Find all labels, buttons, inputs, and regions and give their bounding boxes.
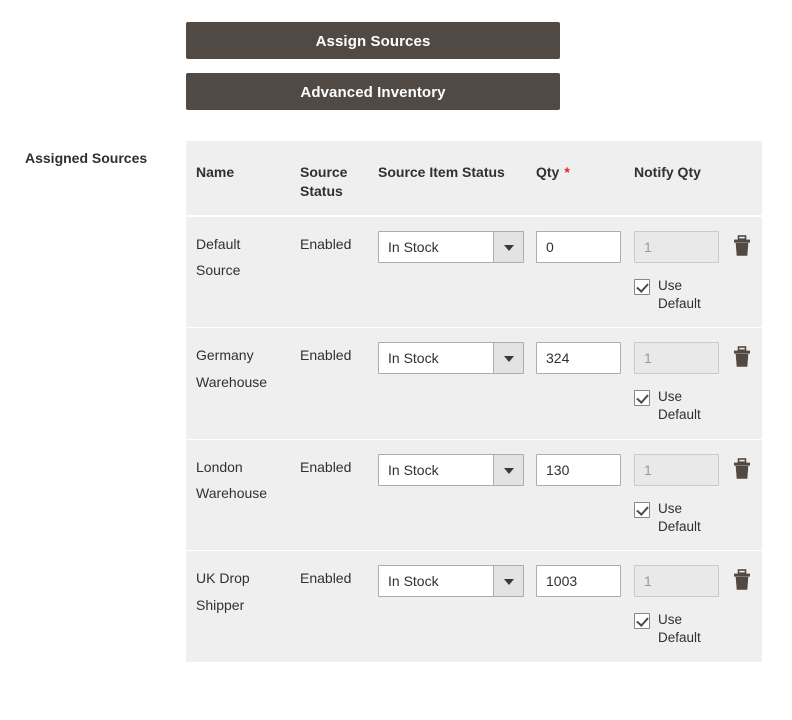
- source-status-line-2: Status: [300, 182, 343, 199]
- assigned-sources-table: Name Source Status Source Item Status Qt…: [186, 141, 762, 662]
- source-status-cell: Enabled: [290, 550, 368, 662]
- use-default-checkbox[interactable]: [634, 390, 650, 407]
- delete-source-button[interactable]: [732, 457, 752, 480]
- chevron-down-icon[interactable]: [493, 231, 523, 262]
- column-header-actions: [722, 141, 762, 216]
- actions-cell: [722, 215, 762, 328]
- table-row: UK Drop Shipper Enabled In Stock Use Def…: [186, 550, 762, 662]
- notify-qty-cell: Use Default: [624, 438, 722, 551]
- use-default-group[interactable]: Use Default: [634, 277, 712, 313]
- notify-qty-cell: Use Default: [624, 550, 722, 662]
- qty-cell: [526, 215, 624, 328]
- use-default-label: Use Default: [658, 277, 701, 311]
- source-item-status-cell: In Stock: [368, 327, 526, 440]
- column-header-qty: Qty *: [526, 141, 624, 216]
- source-status-cell: Enabled: [290, 327, 368, 440]
- use-default-checkbox[interactable]: [634, 278, 650, 295]
- source-status-cell: Enabled: [290, 215, 368, 328]
- qty-cell: [526, 327, 624, 440]
- use-default-checkbox[interactable]: [634, 501, 650, 518]
- source-item-status-select[interactable]: In Stock: [378, 230, 524, 263]
- qty-cell: [526, 438, 624, 551]
- table-row: Default Source Enabled In Stock Use Defa…: [186, 215, 762, 328]
- delete-source-button[interactable]: [732, 346, 752, 368]
- notify-qty-cell: Use Default: [624, 327, 722, 440]
- action-button-group: Assign Sources Advanced Inventory: [186, 22, 560, 110]
- qty-input[interactable]: [536, 453, 621, 486]
- advanced-inventory-button[interactable]: Advanced Inventory: [186, 73, 560, 110]
- use-default-label: Use Default: [658, 389, 701, 423]
- qty-input[interactable]: [536, 230, 621, 263]
- use-default-checkbox[interactable]: [634, 613, 650, 630]
- qty-cell: [526, 550, 624, 662]
- source-status-line-1: Source: [300, 164, 348, 180]
- notify-qty-input[interactable]: [634, 453, 719, 486]
- notify-qty-input[interactable]: [634, 342, 719, 375]
- notify-qty-input[interactable]: [634, 565, 719, 598]
- chevron-down-icon[interactable]: [493, 566, 523, 597]
- trash-icon: [734, 346, 750, 368]
- chevron-down-icon[interactable]: [493, 343, 523, 374]
- qty-input[interactable]: [536, 342, 621, 375]
- table-header-row: Name Source Status Source Item Status Qt…: [186, 141, 762, 216]
- source-name-cell: London Warehouse: [186, 438, 290, 551]
- trash-icon: [734, 234, 750, 256]
- column-header-source-item-status: Source Item Status: [368, 141, 526, 216]
- chevron-down-icon[interactable]: [493, 454, 523, 485]
- use-default-group[interactable]: Use Default: [634, 500, 712, 536]
- notify-qty-cell: Use Default: [624, 215, 722, 328]
- column-header-source-status: Source Status: [290, 141, 368, 216]
- source-item-status-select[interactable]: In Stock: [378, 565, 524, 598]
- source-item-status-cell: In Stock: [368, 550, 526, 662]
- source-item-status-cell: In Stock: [368, 438, 526, 551]
- qty-input[interactable]: [536, 565, 621, 598]
- delete-source-button[interactable]: [732, 234, 752, 257]
- actions-cell: [722, 438, 762, 551]
- use-default-label: Use Default: [658, 612, 701, 646]
- notify-qty-input[interactable]: [634, 230, 719, 263]
- use-default-label: Use Default: [658, 500, 701, 534]
- source-name-cell: Germany Warehouse: [186, 327, 290, 440]
- required-asterisk: *: [564, 164, 570, 180]
- source-item-status-select[interactable]: In Stock: [378, 453, 524, 486]
- table-header: Name Source Status Source Item Status Qt…: [186, 141, 762, 216]
- source-status-cell: Enabled: [290, 438, 368, 551]
- table-row: Germany Warehouse Enabled In Stock Use D…: [186, 327, 762, 440]
- qty-header-text: Qty: [536, 164, 560, 180]
- trash-icon: [734, 457, 750, 479]
- assign-sources-button[interactable]: Assign Sources: [186, 22, 560, 59]
- source-name-cell: Default Source: [186, 215, 290, 328]
- source-item-status-cell: In Stock: [368, 215, 526, 328]
- table-row: London Warehouse Enabled In Stock Use De…: [186, 438, 762, 551]
- table-body: Default Source Enabled In Stock Use Defa…: [186, 215, 762, 662]
- use-default-group[interactable]: Use Default: [634, 388, 712, 424]
- source-item-status-select[interactable]: In Stock: [378, 342, 524, 375]
- source-name-cell: UK Drop Shipper: [186, 550, 290, 662]
- trash-icon: [734, 569, 750, 590]
- actions-cell: [722, 327, 762, 440]
- column-header-notify-qty: Notify Qty: [624, 141, 722, 216]
- assigned-sources-label: Assigned Sources: [25, 150, 148, 166]
- actions-cell: [722, 550, 762, 662]
- use-default-group[interactable]: Use Default: [634, 611, 712, 647]
- delete-source-button[interactable]: [732, 569, 752, 591]
- inventory-sources-panel: Assign Sources Advanced Inventory Assign…: [0, 0, 792, 720]
- column-header-name: Name: [186, 141, 290, 216]
